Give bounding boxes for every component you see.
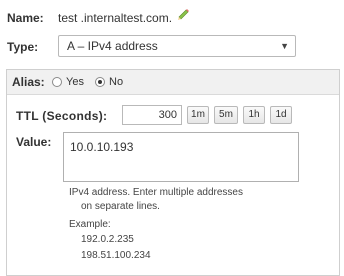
ttl-5m-button[interactable]: 5m [214,106,238,124]
type-select[interactable]: A – IPv4 address ▼ [58,35,296,57]
example-label: Example: [69,219,111,230]
chevron-down-icon: ▼ [280,41,289,51]
alias-yes-radio[interactable] [52,77,62,87]
ttl-1m-button[interactable]: 1m [187,106,209,124]
example-1: 192.0.2.235 [81,234,134,245]
ttl-1d-button[interactable]: 1d [270,106,292,124]
alias-header: Alias: Yes No [7,70,339,95]
ttl-label: TTL (Seconds): [16,109,108,123]
type-label: Type: [7,40,39,54]
ttl-input[interactable]: 300 [122,105,182,125]
value-label: Value: [16,135,52,149]
value-textarea[interactable]: 10.0.10.193 [63,132,299,182]
alias-no-label[interactable]: No [109,76,123,88]
pencil-icon[interactable] [176,7,190,21]
alias-no-radio[interactable] [95,77,105,87]
ttl-1h-button[interactable]: 1h [243,106,265,124]
name-label: Name: [7,11,44,25]
record-panel: Alias: Yes No TTL (Seconds): 300 1m 5m 1… [6,69,340,276]
alias-label: Alias: [12,75,45,89]
type-selected-value: A – IPv4 address [67,39,158,53]
help-line-1: IPv4 address. Enter multiple addresses [69,187,243,198]
example-2: 198.51.100.234 [81,250,151,261]
alias-yes-label[interactable]: Yes [66,76,84,88]
name-value: test .internaltest.com. [58,11,173,25]
help-line-2: on separate lines. [81,201,160,212]
